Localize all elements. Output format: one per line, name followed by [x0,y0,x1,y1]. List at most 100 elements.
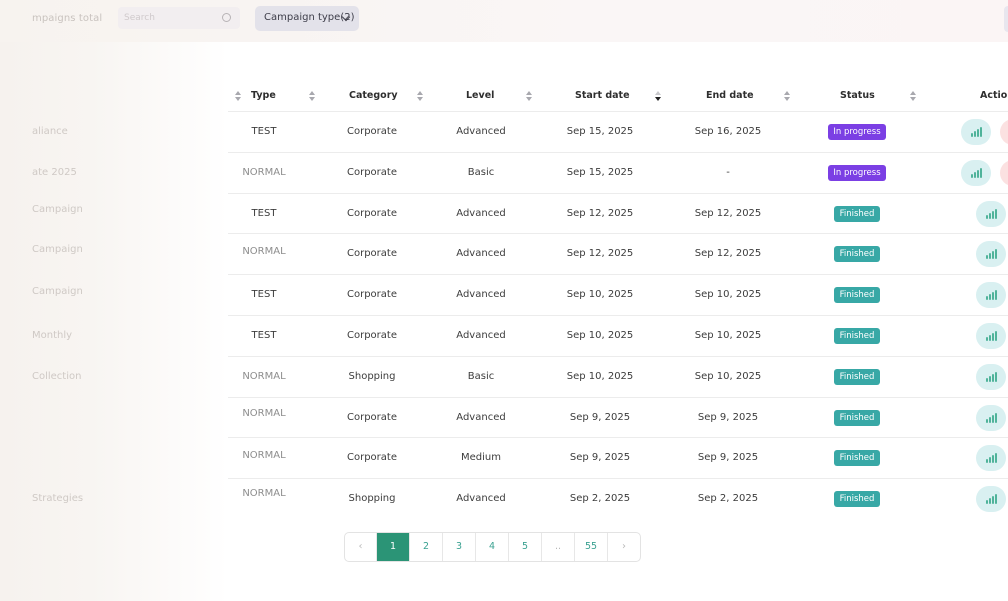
cell-type: TEST [251,330,277,341]
stats-icon [971,167,982,178]
left-column-label: Campaign [32,244,83,255]
secondary-action-button[interactable] [1000,119,1008,145]
cell-end-date: Sep 10, 2025 [694,289,762,301]
cell-type: TEST [251,207,277,219]
cell-end-date: Sep 2, 2025 [697,493,759,505]
status-badge: Finished [834,246,880,263]
cell-type: NORMAL [242,370,286,382]
topbar-edge-button[interactable] [1004,6,1008,32]
left-column-label: Collection [32,371,82,382]
cell-end-date: Sep 10, 2025 [694,370,762,382]
cell-start-date: Sep 15, 2025 [566,166,634,178]
table-row[interactable]: NORMAL Shopping Advanced Sep 2, 2025 Sep 2, … [228,478,1008,519]
table-row[interactable]: NORMAL Corporate Advanced Sep 9, 2025 Sep 9,… [228,396,1008,438]
stats-button[interactable] [976,200,1006,227]
search-box[interactable] [118,7,240,29]
status-badge: Finished [834,368,880,385]
sort-icon[interactable] [784,91,790,101]
cell-category: Corporate [347,207,397,219]
left-column-label: Strategies [32,493,84,504]
cell-start-date: Sep 12, 2025 [566,248,634,260]
column-header-end-date: End date [706,90,754,101]
campaign-type-filter[interactable]: Campaign type(2) [255,6,359,31]
cell-start-date: Sep 2, 2025 [569,493,631,505]
cell-category: Corporate [347,126,397,137]
column-header-type: Type [251,90,276,101]
status-badge: Finished [834,328,880,344]
table-row[interactable]: NORMAL Corporate Basic Sep 15, 2025 - In prog… [228,151,1008,193]
sort-icon[interactable] [235,91,241,101]
pagination-prev-button[interactable]: ‹ [345,533,377,561]
table-row[interactable]: TEST Corporate Advanced Sep 10, 2025 Sep 10,… [228,274,1008,315]
sort-icon[interactable] [417,91,423,101]
cell-category: Corporate [347,166,397,178]
sort-icon[interactable] [910,91,916,101]
status-badge: In progress [828,164,886,181]
cell-level: Advanced [456,207,506,219]
pagination-page-button[interactable]: 2 [410,533,443,561]
stats-button[interactable] [976,486,1006,513]
pagination-page-button[interactable]: 3 [443,533,476,561]
cell-level: Medium [461,452,501,464]
status-badge: Finished [834,491,880,508]
cell-level: Advanced [456,330,506,341]
cell-start-date: Sep 9, 2025 [569,452,631,464]
cell-level: Advanced [456,248,506,260]
pagination: ‹ 1 2 3 4 5.. 55 › [344,532,641,562]
cell-level: Advanced [456,411,506,423]
left-column-label: ate 2025 [32,167,77,178]
table-row[interactable]: TEST Corporate Advanced Sep 10, 2025 Sep 10,… [228,315,1008,356]
cell-type: TEST [251,289,277,301]
cell-end-date: - [726,166,730,178]
cell-category: Corporate [347,289,397,301]
cell-start-date: Sep 10, 2025 [566,370,634,382]
sort-icon[interactable] [309,91,315,101]
stats-button[interactable] [961,159,991,186]
sort-desc-icon[interactable] [655,91,661,101]
secondary-action-button[interactable] [1000,159,1008,186]
cell-category: Shopping [348,370,396,382]
pagination-page-button[interactable]: 1 [377,533,410,561]
pagination-page-button[interactable]: 4 [476,533,509,561]
table-header: Type Category Level Start date End date … [0,86,1008,112]
status-badge: Finished [834,287,880,304]
pagination-page-button[interactable]: 5 [509,533,542,561]
status-badge: In progress [828,124,886,140]
stats-button[interactable] [976,404,1006,431]
column-header-level: Level [466,90,495,101]
stats-button[interactable] [976,323,1006,349]
cell-level: Basic [467,166,495,178]
stats-icon [986,331,997,341]
stats-icon [986,371,997,382]
cell-type: TEST [251,126,277,137]
cell-end-date: Sep 9, 2025 [697,452,759,464]
left-column-label: aliance [32,126,68,137]
stats-icon [986,290,997,301]
stats-button[interactable] [961,119,991,145]
table-row[interactable]: NORMAL Shopping Basic Sep 10, 2025 Sep 10, 2… [228,355,1008,397]
cell-start-date: Sep 9, 2025 [569,411,631,423]
pagination-next-button[interactable]: › [608,533,640,561]
table-row[interactable]: NORMAL Corporate Medium Sep 9, 2025 Sep 9, 2… [228,437,1008,478]
search-input[interactable] [124,10,214,26]
pagination-page-button[interactable]: 55 [575,533,608,561]
cell-type: NORMAL [242,488,286,500]
stats-button[interactable] [976,241,1006,268]
table-row[interactable]: TEST Corporate Advanced Sep 12, 2025 Sep 12,… [228,192,1008,234]
stats-button[interactable] [976,363,1006,390]
cell-type: NORMAL [242,166,286,178]
cell-end-date: Sep 12, 2025 [694,207,762,219]
table-row[interactable]: TEST Corporate Advanced Sep 15, 2025 Sep 16,… [228,111,1008,152]
cell-level: Basic [467,370,495,382]
cell-category: Corporate [347,452,397,464]
search-icon[interactable] [222,13,231,22]
stats-button[interactable] [976,282,1006,309]
table-row[interactable]: NORMAL Corporate Advanced Sep 12, 2025 Sep 1… [228,233,1008,274]
cell-category: Corporate [347,411,397,423]
cell-end-date: Sep 9, 2025 [697,411,759,423]
top-bar: mpaigns total Campaign type(2) [0,0,1008,42]
left-column-label: Campaign [32,286,83,297]
sort-icon[interactable] [526,91,532,101]
stats-button[interactable] [976,445,1006,472]
column-header-category: Category [349,90,398,101]
